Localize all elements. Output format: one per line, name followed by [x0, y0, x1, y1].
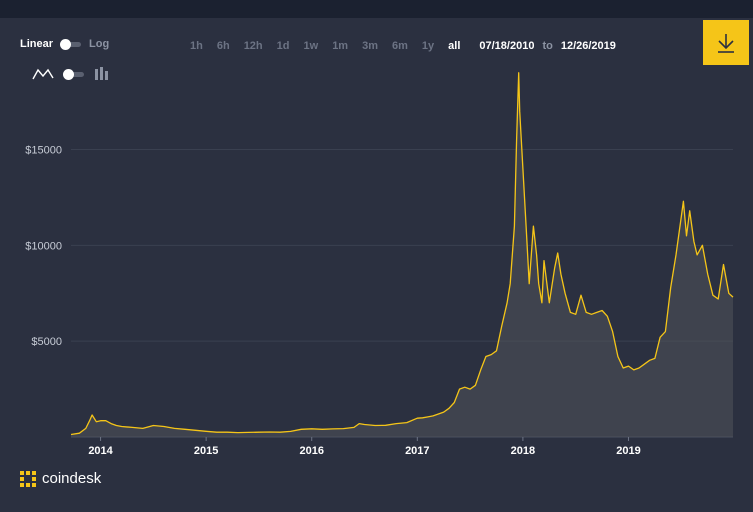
- coindesk-logo: coindesk: [20, 470, 101, 487]
- y-tick-label: $15000: [25, 145, 62, 157]
- y-tick-label: $10000: [25, 240, 62, 252]
- chart-widget: Linear Log 1h 6h 12h 1d 1w 1m 3m 6m 1y a…: [0, 0, 753, 512]
- x-axis-ticks: 2014 2015 2016 2017 2018 2019: [88, 437, 641, 457]
- x-tick-label: 2019: [616, 445, 640, 457]
- x-tick-label: 2016: [299, 445, 323, 457]
- y-tick-label: $5000: [31, 336, 62, 348]
- x-tick-label: 2018: [511, 445, 535, 457]
- y-axis-ticks: $5000 $10000 $15000: [25, 145, 62, 349]
- brand-name: coindesk: [42, 470, 102, 487]
- x-tick-label: 2017: [405, 445, 429, 457]
- x-tick-label: 2014: [88, 445, 113, 457]
- price-chart: $5000$10000$15000 2014 2015 2016 2017 2018 20…: [25, 72, 734, 457]
- coindesk-logo-icon: [20, 470, 36, 487]
- price-area: [71, 72, 733, 438]
- x-tick-label: 2015: [194, 445, 218, 457]
